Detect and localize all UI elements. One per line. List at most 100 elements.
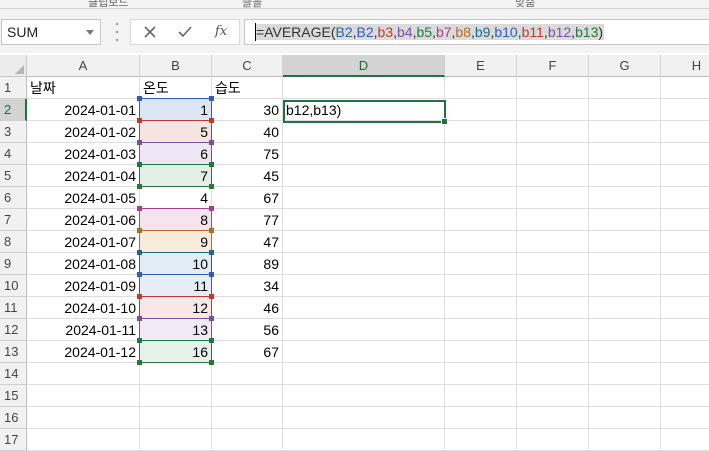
humidity-cell[interactable]: 89 — [212, 253, 282, 275]
check-icon[interactable] — [173, 23, 197, 41]
temperature-cell[interactable]: 16 — [140, 341, 211, 363]
formula-prefix: =AVERAGE( — [256, 24, 336, 40]
header-cell-temperature[interactable]: 온도 — [140, 77, 211, 99]
date-cell[interactable]: 2024-01-06 — [27, 209, 139, 231]
formula-reference: b10 — [494, 24, 518, 40]
close-icon[interactable] — [138, 23, 162, 41]
row-header-16[interactable]: 16 — [0, 407, 27, 429]
formula-suffix: ) — [598, 24, 604, 40]
date-cell[interactable]: 2024-01-07 — [27, 231, 139, 253]
select-all-icon — [15, 65, 24, 74]
gridline — [27, 406, 709, 407]
formula-buttons: fx — [130, 19, 240, 45]
date-cell[interactable]: 2024-01-03 — [27, 143, 139, 165]
date-cell[interactable]: 2024-01-10 — [27, 297, 139, 319]
row-header-12[interactable]: 12 — [0, 319, 27, 341]
row-header-2[interactable]: 2 — [0, 99, 27, 121]
date-cell[interactable]: 2024-01-05 — [27, 187, 139, 209]
humidity-cell[interactable]: 67 — [212, 341, 282, 363]
date-cell[interactable]: 2024-01-04 — [27, 165, 139, 187]
insert-function-button[interactable]: fx — [209, 23, 233, 41]
temperature-cell[interactable]: 7 — [140, 165, 211, 187]
row-header-17[interactable]: 17 — [0, 429, 27, 451]
row-header-15[interactable]: 15 — [0, 385, 27, 407]
date-cell[interactable]: 2024-01-02 — [27, 121, 139, 143]
column-header-g[interactable]: G — [589, 55, 661, 77]
temperature-cell[interactable]: 4 — [140, 187, 211, 209]
gridline — [516, 77, 517, 449]
humidity-cell[interactable]: 56 — [212, 319, 282, 341]
text-cursor — [255, 23, 256, 41]
gridline — [282, 77, 283, 449]
gridline — [444, 77, 445, 449]
date-cell[interactable]: 2024-01-08 — [27, 253, 139, 275]
temperature-cell[interactable]: 8 — [140, 209, 211, 231]
row-header-9[interactable]: 9 — [0, 253, 27, 275]
humidity-cell[interactable]: 47 — [212, 231, 282, 253]
temperature-cell[interactable]: 1 — [140, 99, 211, 121]
date-cell[interactable]: 2024-01-01 — [27, 99, 139, 121]
row-header-5[interactable]: 5 — [0, 165, 27, 187]
row-header-8[interactable]: 8 — [0, 231, 27, 253]
cells-area[interactable]: 날짜 온도 습도 2024-01-01 1 30 2024-01-02 5 40 2024-01-… — [27, 77, 709, 451]
formula-reference: b7 — [435, 24, 452, 40]
humidity-cell[interactable]: 40 — [212, 121, 282, 143]
row-header-11[interactable]: 11 — [0, 297, 27, 319]
humidity-cell[interactable]: 34 — [212, 275, 282, 297]
temperature-cell[interactable]: 9 — [140, 231, 211, 253]
date-cell[interactable]: 2024-01-12 — [27, 341, 139, 363]
row-header-14[interactable]: 14 — [0, 363, 27, 385]
date-cell[interactable]: 2024-01-11 — [27, 319, 139, 341]
column-header-e[interactable]: E — [445, 55, 517, 77]
row-header-13[interactable]: 13 — [0, 341, 27, 363]
humidity-cell[interactable]: 30 — [212, 99, 282, 121]
column-header-h[interactable]: H — [661, 55, 709, 77]
column-header-a[interactable]: A — [27, 55, 140, 77]
name-box[interactable]: SUM — [1, 19, 101, 45]
chevron-down-icon[interactable] — [86, 30, 94, 35]
ribbon-group-clipboard: 클립보드 — [88, 0, 129, 9]
humidity-cell[interactable]: 46 — [212, 297, 282, 319]
ribbon-edge: 클립보드 글꼴 맞춤 — [0, 0, 709, 9]
column-header-c[interactable]: C — [212, 55, 283, 77]
name-box-value: SUM — [7, 24, 39, 40]
column-header-f[interactable]: F — [517, 55, 589, 77]
formula-reference: b8 — [455, 24, 471, 40]
row-header-7[interactable]: 7 — [0, 209, 27, 231]
temperature-cell[interactable]: 6 — [140, 143, 211, 165]
gridline — [588, 77, 589, 449]
drag-handle-icon[interactable] — [116, 23, 119, 41]
header-cell-humidity[interactable]: 습도 — [212, 77, 282, 99]
spreadsheet-grid: ABCDEFGH 1 2 3 4 5 6 7 8 9 10 11 12 13 14 15 16 17 날짜 온도 습… — [0, 55, 709, 451]
header-cell-date[interactable]: 날짜 — [27, 77, 139, 99]
ribbon-group-font: 글꼴 — [242, 0, 263, 9]
column-header-d[interactable]: D — [283, 55, 445, 77]
row-header-1[interactable]: 1 — [0, 77, 27, 99]
humidity-cell[interactable]: 67 — [212, 187, 282, 209]
formula-reference: b13 — [575, 24, 599, 40]
column-header-b[interactable]: B — [140, 55, 212, 77]
formula-text: =AVERAGE(B2,B2,b3,b4,b5,b7,b8,b9,b10,b11… — [255, 24, 605, 40]
formula-reference: B2 — [335, 24, 353, 40]
temperature-cell[interactable]: 12 — [140, 297, 211, 319]
humidity-cell[interactable]: 77 — [212, 209, 282, 231]
temperature-cell[interactable]: 5 — [140, 121, 211, 143]
date-cell[interactable]: 2024-01-09 — [27, 275, 139, 297]
formula-reference: b9 — [474, 24, 491, 40]
formula-reference: B2 — [356, 24, 374, 40]
temperature-cell[interactable]: 13 — [140, 319, 211, 341]
humidity-cell[interactable]: 75 — [212, 143, 282, 165]
temperature-cell[interactable]: 10 — [140, 253, 211, 275]
row-header-6[interactable]: 6 — [0, 187, 27, 209]
active-cell-text[interactable]: b12,b13) — [283, 99, 444, 121]
select-all-button[interactable] — [0, 55, 27, 77]
gridline — [660, 77, 661, 449]
row-header-10[interactable]: 10 — [0, 275, 27, 297]
row-header-3[interactable]: 3 — [0, 121, 27, 143]
formula-reference: b3 — [377, 24, 394, 40]
formula-area: SUM fx =AVERAGE(B2,B2,b3,b4,b5,b7,b8,b9,… — [0, 9, 709, 53]
temperature-cell[interactable]: 11 — [140, 275, 211, 297]
humidity-cell[interactable]: 45 — [212, 165, 282, 187]
row-header-4[interactable]: 4 — [0, 143, 27, 165]
formula-bar[interactable]: =AVERAGE(B2,B2,b3,b4,b5,b7,b8,b9,b10,b11… — [244, 19, 709, 45]
